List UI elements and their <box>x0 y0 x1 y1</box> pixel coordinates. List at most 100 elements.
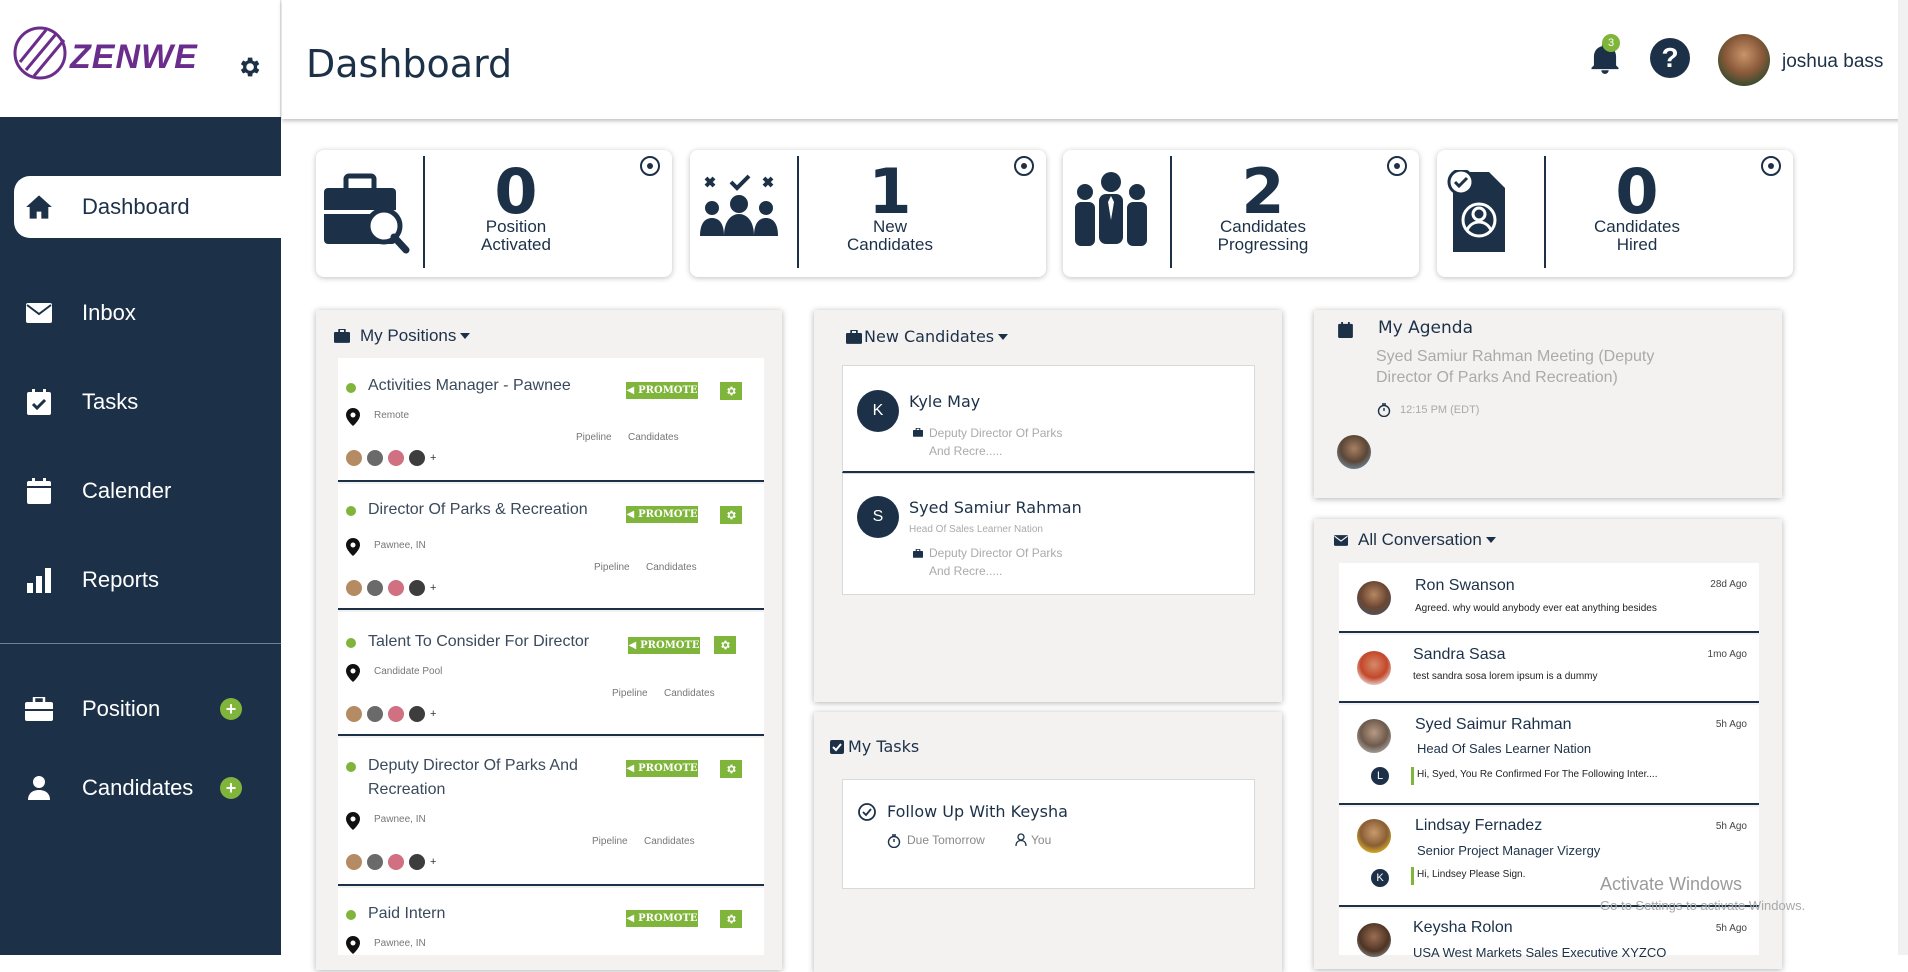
candidates-link[interactable]: Candidates <box>628 432 679 443</box>
candidates-link[interactable]: Candidates <box>644 836 695 847</box>
stat-card-candidates-hired[interactable]: 0 Candidates Hired <box>1437 150 1793 277</box>
candidate-card[interactable]: K Kyle May Deputy Director Of Parks And R… <box>842 365 1255 473</box>
stopwatch-icon <box>887 834 901 848</box>
all-conversation-header[interactable]: All Conversation <box>1334 530 1496 550</box>
message-indicator <box>1411 867 1414 885</box>
user-name[interactable]: joshua bass <box>1782 51 1883 73</box>
zenwe-logo-icon[interactable] <box>12 24 72 82</box>
candidate-avatars[interactable]: + <box>346 580 436 596</box>
stat-card-new-candidates[interactable]: 1 New Candidates <box>690 150 1046 277</box>
user-icon <box>24 773 54 803</box>
candidates-link[interactable]: Candidates <box>664 688 715 699</box>
pipeline-link[interactable]: Pipeline <box>576 432 612 443</box>
promote-label: PROMOTE <box>638 913 698 924</box>
sidebar-item-inbox[interactable]: Inbox <box>0 282 281 344</box>
candidate-name[interactable]: Syed Samiur Rahman <box>909 498 1082 517</box>
conversation-item[interactable]: Sandra Sasa 1mo Ago test sandra sosa lor… <box>1339 635 1759 703</box>
promote-button[interactable]: ◀ PROMOTE <box>626 506 698 523</box>
position-settings-button[interactable] <box>720 760 742 778</box>
position-settings-button[interactable] <box>720 910 742 928</box>
position-card[interactable]: Talent To Consider For Director ◀ PROMOTE… <box>338 612 764 736</box>
conversation-time: 1mo Ago <box>1707 649 1747 660</box>
pipeline-link[interactable]: Pipeline <box>592 836 628 847</box>
new-candidates-header[interactable]: New Candidates <box>846 327 1009 346</box>
position-title[interactable]: Paid Intern <box>368 902 588 926</box>
position-card[interactable]: Director Of Parks & Recreation ◀ PROMOTE … <box>338 484 764 610</box>
agenda-event[interactable]: Syed Samiur Rahman Meeting (Deputy Direct… <box>1376 346 1736 388</box>
position-line: And Recre..... <box>929 444 1003 458</box>
stat-radio-icon[interactable] <box>1761 156 1781 176</box>
position-settings-button[interactable] <box>714 636 736 654</box>
add-position-button[interactable]: + <box>220 698 242 720</box>
promote-button[interactable]: ◀ PROMOTE <box>626 382 698 399</box>
conversation-item[interactable]: Ron Swanson 28d Ago Agreed. why would an… <box>1339 563 1759 633</box>
my-tasks-header[interactable]: My Tasks <box>830 737 919 756</box>
candidate-avatars[interactable]: + <box>346 854 436 870</box>
status-dot-icon <box>346 910 356 920</box>
page-scrollbar[interactable] <box>1898 0 1908 955</box>
settings-gear-icon[interactable] <box>236 54 262 80</box>
task-title[interactable]: Follow Up With Keysha <box>887 802 1068 821</box>
location-pin-icon <box>346 664 360 682</box>
bar-chart-icon <box>24 565 54 595</box>
candidates-link[interactable]: Candidates <box>646 562 697 573</box>
my-tasks-title: My Tasks <box>848 737 920 756</box>
check-circle-icon[interactable] <box>857 802 877 822</box>
position-title[interactable]: Director Of Parks & Recreation <box>368 498 608 522</box>
promote-button[interactable]: ◀ PROMOTE <box>626 760 698 777</box>
megaphone-icon: ◀ <box>626 385 635 396</box>
sidebar-item-reports[interactable]: Reports <box>0 549 281 611</box>
stat-card-position-activated[interactable]: 0 Position Activated <box>316 150 672 277</box>
candidate-avatars[interactable]: + <box>346 450 436 466</box>
position-card[interactable]: Deputy Director Of Parks And Recreation … <box>338 738 764 886</box>
stat-card-candidates-progressing[interactable]: 2 Candidates Progressing <box>1063 150 1419 277</box>
candidate-position: Deputy Director Of Parks And Recre..... <box>929 544 1062 580</box>
conversation-item[interactable]: Syed Saimur Rahman 5h Ago Head Of Sales … <box>1339 705 1759 805</box>
promote-button[interactable]: ◀ PROMOTE <box>626 910 698 927</box>
position-card[interactable]: Paid Intern ◀ PROMOTE Pawnee, IN <box>338 888 764 955</box>
user-avatar[interactable] <box>1718 34 1770 86</box>
stat-radio-icon[interactable] <box>640 156 660 176</box>
agenda-attendee-avatar[interactable] <box>1337 435 1371 469</box>
avatar <box>1357 819 1391 853</box>
stat-label: Candidates Hired <box>1547 218 1727 254</box>
help-icon[interactable]: ? <box>1650 38 1690 78</box>
status-dot-icon <box>346 762 356 772</box>
sidebar-item-label: Reports <box>82 567 160 592</box>
position-card[interactable]: Activities Manager - Pawnee ◀ PROMOTE Rem… <box>338 358 764 482</box>
sidebar-item-label: Position <box>82 696 161 721</box>
avatar <box>388 706 404 722</box>
position-location: Remote <box>374 410 410 421</box>
conversation-name: Lindsay Fernadez <box>1415 817 1543 834</box>
position-title[interactable]: Talent To Consider For Director <box>368 630 618 654</box>
conversation-message: Hi, Lindsey Please Sign. <box>1417 869 1526 880</box>
logo-text[interactable]: ZENWE <box>70 38 198 77</box>
stat-radio-icon[interactable] <box>1014 156 1034 176</box>
promote-button[interactable]: ◀ PROMOTE <box>628 637 700 654</box>
activate-windows-hint: Go to Settings to activate Windows. <box>1600 898 1806 913</box>
sidebar-item-tasks[interactable]: Tasks <box>0 371 281 433</box>
avatar <box>367 450 383 466</box>
stat-radio-icon[interactable] <box>1387 156 1407 176</box>
briefcase-icon <box>913 549 923 558</box>
pipeline-link[interactable]: Pipeline <box>612 688 648 699</box>
candidate-name[interactable]: Kyle May <box>909 392 980 411</box>
conversation-item[interactable]: Keysha Rolon 5h Ago USA West Markets Sal… <box>1339 909 1759 960</box>
pipeline-link[interactable]: Pipeline <box>594 562 630 573</box>
envelope-icon <box>1334 534 1348 546</box>
position-settings-button[interactable] <box>720 506 742 524</box>
my-agenda-title[interactable]: My Agenda <box>1378 318 1473 338</box>
position-title[interactable]: Activities Manager - Pawnee <box>368 374 588 398</box>
task-card[interactable]: Follow Up With Keysha Due Tomorrow You <box>842 779 1255 889</box>
candidate-avatars[interactable]: + <box>346 706 436 722</box>
position-title[interactable]: Deputy Director Of Parks And Recreation <box>368 754 598 802</box>
my-positions-header[interactable]: My Positions <box>334 326 471 346</box>
more-avatars-icon: + <box>430 582 437 594</box>
sidebar-item-calender[interactable]: Calender <box>0 460 281 522</box>
sidebar-item-dashboard[interactable]: Dashboard <box>14 176 281 238</box>
add-candidate-button[interactable]: + <box>220 777 242 799</box>
position-settings-button[interactable] <box>720 382 742 400</box>
stat-label-line: Activated <box>481 235 551 254</box>
candidate-card[interactable]: S Syed Samiur Rahman Head Of Sales Learn… <box>842 473 1255 595</box>
sidebar: ZENWE Dashboard Inbox Tasks Calender Rep… <box>0 0 281 955</box>
